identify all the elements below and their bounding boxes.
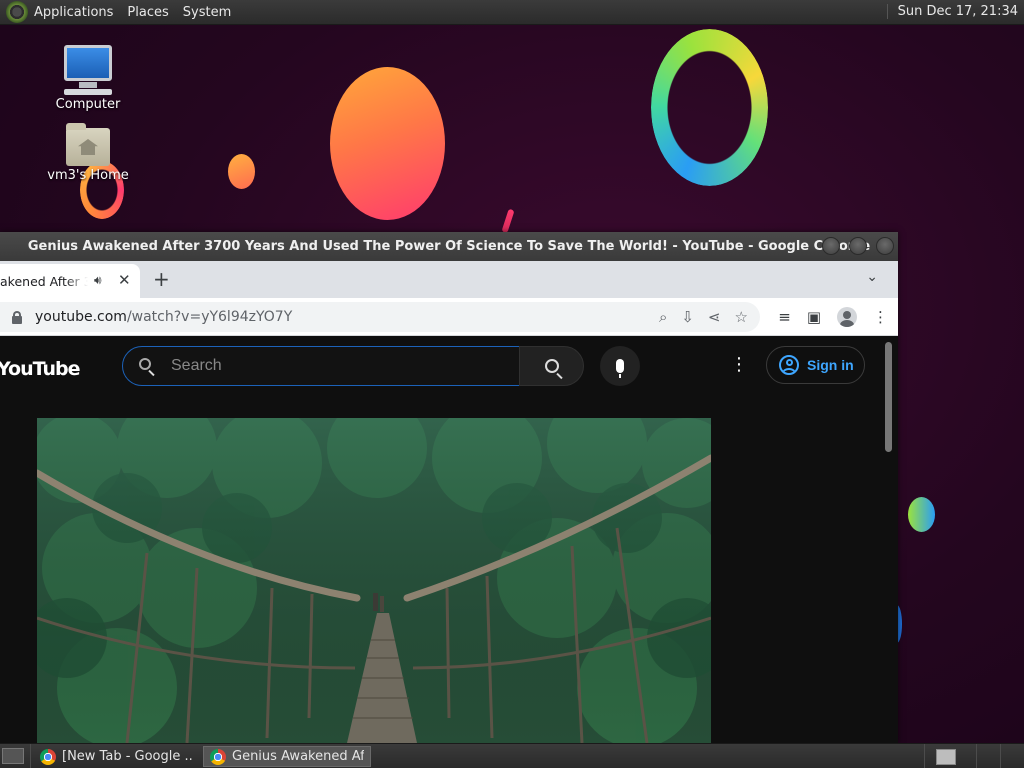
desktop-icon-home[interactable]: vm3's Home	[43, 123, 133, 183]
zoom-search-icon[interactable]: ⌕	[659, 308, 667, 326]
top-panel: Applications Places System Sun Dec 17, 2…	[0, 0, 1024, 25]
workspace-switcher[interactable]	[936, 749, 956, 765]
chrome-menu-icon[interactable]: ⋮	[873, 308, 888, 326]
youtube-search-box[interactable]	[122, 346, 520, 386]
chrome-icon	[210, 748, 226, 765]
task-label: [New Tab - Google ...	[62, 749, 193, 764]
profile-avatar-icon[interactable]	[837, 307, 857, 327]
youtube-search-input[interactable]	[171, 357, 491, 375]
bookmark-star-icon[interactable]: ☆	[735, 308, 748, 326]
maximize-button[interactable]	[849, 237, 867, 255]
distro-logo-icon[interactable]	[6, 1, 28, 23]
taskbar-separator	[1000, 744, 1001, 768]
lock-icon[interactable]	[12, 311, 22, 324]
media-controls-icon[interactable]: ≡	[778, 308, 791, 326]
menu-places[interactable]: Places	[127, 5, 168, 20]
menu-system[interactable]: System	[183, 5, 231, 20]
task-label: Genius Awakened Af...	[232, 749, 364, 764]
bottom-taskbar: [New Tab - Google ... Genius Awakened Af…	[0, 743, 1024, 768]
sign-in-label: Sign in	[807, 357, 854, 373]
share-icon[interactable]: ⋖	[708, 308, 721, 326]
close-tab-icon[interactable]: ✕	[118, 271, 131, 289]
menu-applications[interactable]: Applications	[34, 5, 113, 20]
window-title: Genius Awakened After 3700 Years And Use…	[27, 239, 871, 254]
desktop-icon-computer[interactable]: Computer	[43, 45, 133, 112]
keyboard-icon	[64, 89, 112, 95]
youtube-page: YouTube ⋮ Sign in	[0, 338, 898, 743]
wallpaper-small-orange-circle	[228, 154, 255, 189]
taskbar-task-new-tab[interactable]: [New Tab - Google ...	[34, 746, 199, 767]
url-path: /watch?v=yY6l94zYO7Y	[126, 309, 293, 325]
wallpaper-gradient-ring	[651, 29, 768, 186]
sign-in-button[interactable]: Sign in	[766, 346, 865, 384]
video-frame-rope-bridge	[37, 418, 711, 743]
new-tab-button[interactable]: +	[153, 267, 170, 291]
youtube-logo[interactable]: YouTube	[0, 358, 80, 380]
browser-toolbar: youtube.com/watch?v=yY6l94zYO7Y ⌕ ⇩ ⋖ ☆ …	[0, 298, 898, 336]
tab-title: akened After 37	[0, 273, 88, 289]
youtube-settings-kebab-icon[interactable]: ⋮	[730, 356, 748, 374]
tab-youtube[interactable]: akened After 37 🔊︎ ✕	[0, 264, 140, 298]
wallpaper-orange-circle	[330, 67, 445, 220]
url-host: youtube.com	[35, 309, 127, 325]
chrome-icon	[40, 748, 56, 765]
wallpaper-green-blue-circle	[908, 497, 935, 532]
youtube-search-button[interactable]	[519, 346, 584, 386]
window-titlebar[interactable]: Genius Awakened After 3700 Years And Use…	[0, 232, 898, 261]
install-app-icon[interactable]: ⇩	[681, 308, 694, 326]
desktop-icon-label: Computer	[55, 97, 121, 112]
home-folder-icon	[66, 123, 110, 166]
account-icon	[779, 355, 799, 375]
show-desktop-button[interactable]	[2, 748, 24, 764]
speaker-icon[interactable]: 🔊︎	[94, 273, 102, 288]
page-scrollbar[interactable]	[885, 342, 892, 452]
search-icon	[139, 358, 155, 374]
chrome-window: Genius Awakened After 3700 Years And Use…	[0, 232, 898, 743]
taskbar-task-youtube[interactable]: Genius Awakened Af...	[203, 746, 371, 767]
tab-search-chevron-icon[interactable]: ⌄	[866, 269, 878, 285]
house-icon	[78, 139, 98, 155]
search-icon	[544, 359, 559, 373]
minimize-button[interactable]	[822, 237, 840, 255]
voice-search-button[interactable]	[600, 346, 640, 386]
microphone-icon	[616, 359, 624, 378]
taskbar-separator	[30, 744, 31, 768]
close-window-button[interactable]	[876, 237, 894, 255]
taskbar-separator	[924, 744, 925, 768]
side-panel-icon[interactable]: ▣	[807, 308, 821, 326]
address-bar[interactable]: youtube.com/watch?v=yY6l94zYO7Y ⌕ ⇩ ⋖ ☆	[0, 302, 760, 332]
computer-icon	[64, 45, 112, 88]
tab-strip: akened After 37 🔊︎ ✕ + ⌄	[0, 261, 898, 298]
panel-clock[interactable]: Sun Dec 17, 21:34	[886, 4, 1018, 19]
desktop-icon-label: vm3's Home	[47, 168, 129, 183]
video-player[interactable]	[37, 418, 711, 743]
wallpaper-pink-streak	[501, 208, 515, 234]
taskbar-separator	[976, 744, 977, 768]
